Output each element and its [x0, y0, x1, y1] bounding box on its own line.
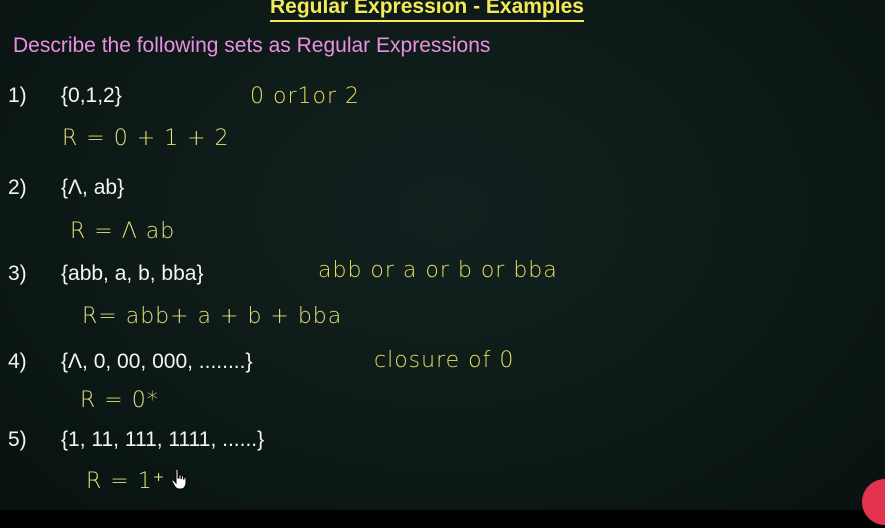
item-note: abb or a or b or bba: [318, 258, 558, 283]
hand-pointer-icon: [171, 468, 187, 490]
video-bottom-bar: [0, 510, 885, 528]
item-regex: R = Λ ab: [70, 219, 176, 244]
item-number: 3): [8, 262, 27, 285]
item-number: 2): [8, 176, 27, 199]
instruction-text: Describe the following sets as Regular E…: [13, 34, 491, 57]
item-note: closure of 0: [374, 348, 515, 373]
item-number: 1): [8, 84, 27, 107]
item-number: 5): [8, 428, 27, 451]
item-set: {0,1,2}: [61, 84, 122, 107]
item-note: 0 or1or 2: [250, 84, 360, 109]
item-regex: R = 1⁺: [86, 469, 166, 494]
item-set: {abb, a, b, bba}: [61, 262, 204, 285]
whiteboard: Regular Expression - Examples Describe t…: [0, 0, 885, 528]
item-set: {Λ, 0, 00, 000, ........}: [61, 350, 253, 373]
item-regex: R = 0*: [80, 388, 159, 413]
page-title: Regular Expression - Examples: [270, 0, 584, 22]
item-regex: R= abb+ a + b + bba: [82, 304, 343, 329]
item-set: {Λ, ab}: [61, 176, 125, 199]
item-set: {1, 11, 111, 1111, ......}: [61, 428, 265, 451]
item-regex: R = 0 + 1 + 2: [62, 126, 230, 151]
item-number: 4): [8, 350, 27, 373]
